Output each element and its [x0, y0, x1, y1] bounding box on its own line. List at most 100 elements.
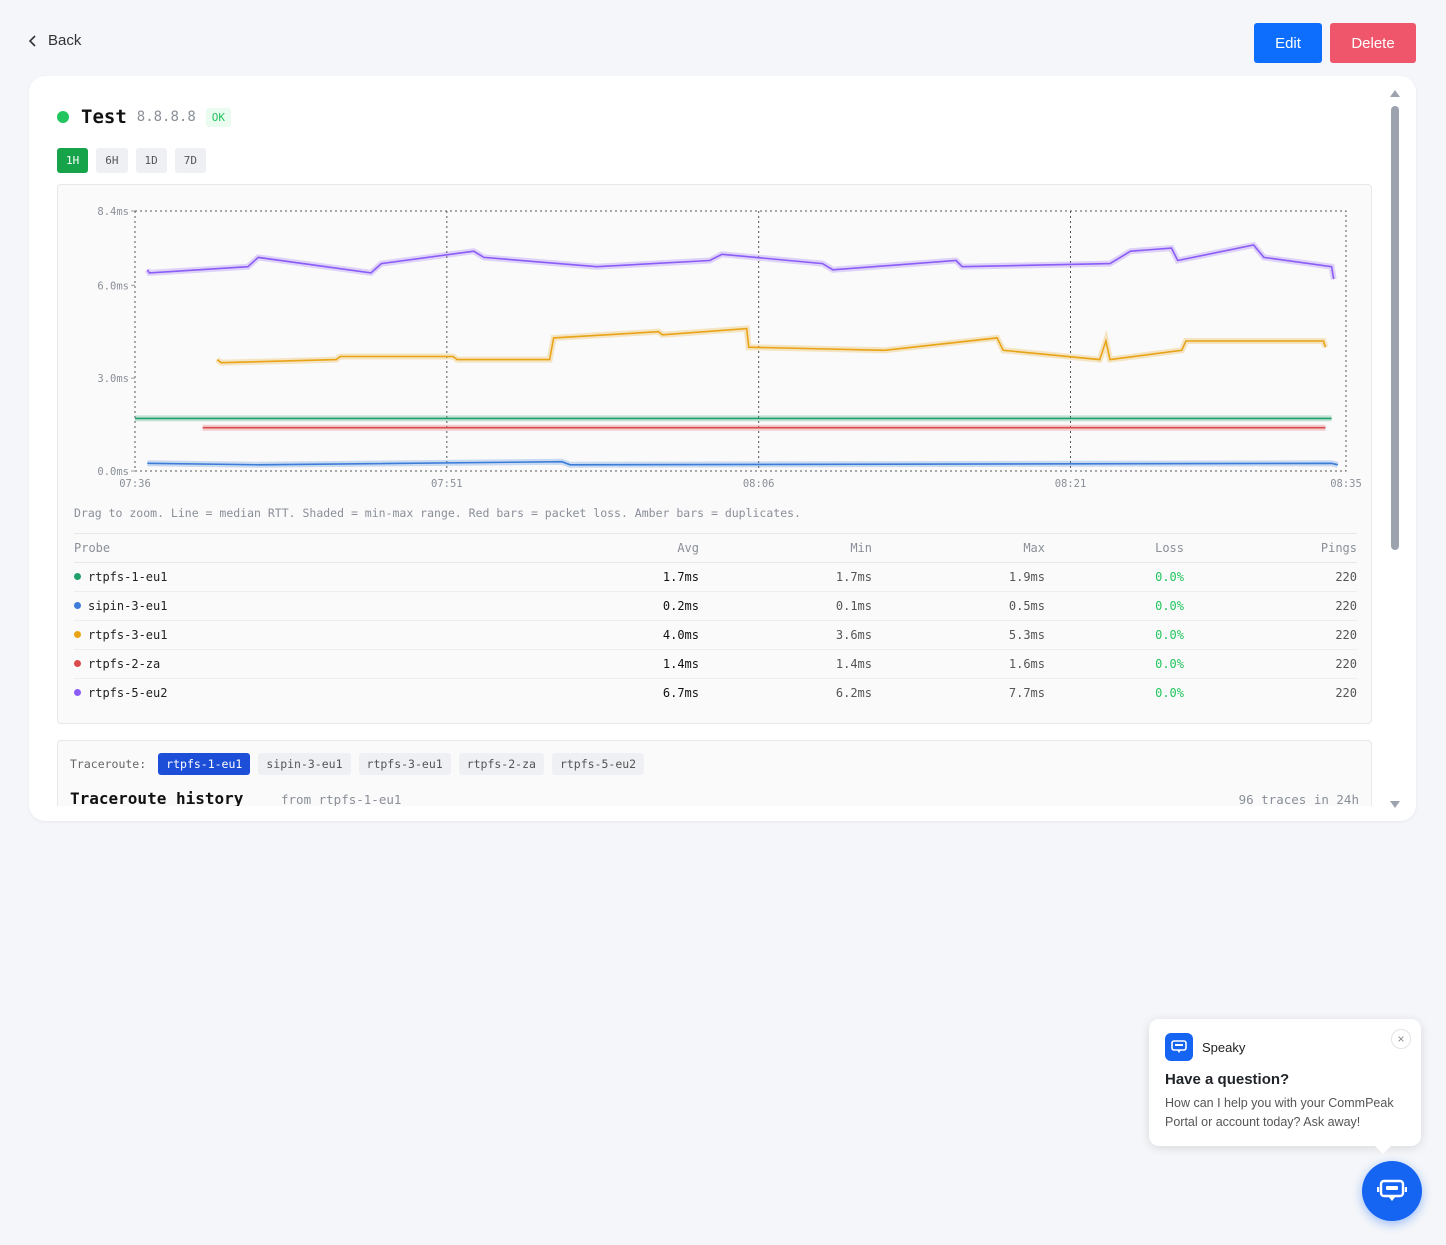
monitor-header: Test 8.8.8.8 OK	[57, 106, 232, 128]
table-row: sipin-3-eu1 0.2ms 0.1ms 0.5ms 0.0% 220	[74, 591, 1357, 621]
range-button-7d[interactable]: 7D	[174, 148, 206, 173]
traceroute-probe-tabs: Traceroute: rtpfs-1-eu1 sipin-3-eu1 rtpf…	[70, 753, 645, 775]
pings-cell: 220	[1184, 562, 1357, 592]
probe-stats-table: Probe Avg Min Max Loss Pings rtpfs-1-eu1…	[74, 533, 1357, 708]
probe-cell: rtpfs-1-eu1	[74, 562, 619, 592]
x-tick-label: 08:21	[1055, 478, 1087, 490]
min-cell: 1.4ms	[699, 649, 872, 679]
traceroute-count: 96 traces in 24h	[1238, 792, 1359, 806]
max-cell: 0.5ms	[872, 591, 1045, 621]
table-header-row: Probe Avg Min Max Loss Pings	[74, 533, 1357, 563]
chat-message: How can I help you with your CommPeak Po…	[1165, 1096, 1394, 1129]
y-tick-label: 8.4ms	[97, 206, 129, 218]
avg-cell: 4.0ms	[619, 620, 699, 650]
probe-name: rtpfs-5-eu2	[88, 686, 168, 701]
traceroute-tab[interactable]: rtpfs-5-eu2	[551, 753, 645, 775]
traceroute-tab[interactable]: sipin-3-eu1	[258, 753, 351, 775]
probe-cell: rtpfs-2-za	[74, 649, 619, 679]
max-cell: 7.7ms	[1008, 686, 1045, 701]
max-cell: 1.9ms	[872, 562, 1045, 592]
table-row: rtpfs-1-eu1 1.7ms 1.7ms 1.9ms 0.0% 220	[74, 562, 1357, 592]
col-loss: Loss	[1045, 533, 1184, 563]
chat-launcher-button[interactable]	[1362, 1161, 1422, 1221]
status-badge: OK	[205, 107, 232, 127]
min-cell: 3.6ms	[699, 620, 872, 650]
probe-color-dot-icon	[74, 631, 81, 638]
status-dot-icon	[57, 111, 69, 123]
series-range-band	[215, 325, 1329, 366]
table-row: rtpfs-3-eu1 4.0ms 3.6ms 5.3ms 0.0% 220	[74, 620, 1357, 650]
avg-cell: 1.4ms	[619, 649, 699, 679]
latency-panel: 07:36 07:51 08:06 08:21 08:35 8.4ms 6.0ms 3.0ms…	[57, 184, 1372, 724]
chat-popup: Speaky × Have a question? How can I help…	[1149, 1019, 1421, 1154]
traceroute-panel: Traceroute: rtpfs-1-eu1 sipin-3-eu1 rtpf…	[57, 740, 1372, 806]
loss-cell: 0.0%	[1045, 591, 1184, 621]
chat-bot-name: Speaky	[1202, 1040, 1246, 1055]
loss-cell: 0.0%	[1155, 686, 1184, 701]
traceroute-tab[interactable]: rtpfs-2-za	[458, 753, 544, 775]
probe-name: rtpfs-2-za	[88, 657, 161, 671]
chat-logo-icon	[1165, 1033, 1193, 1061]
chevron-left-icon	[28, 34, 36, 47]
probe-cell: rtpfs-5-eu2	[74, 679, 619, 708]
max-cell: 1.6ms	[872, 649, 1045, 679]
x-tick-label: 08:35	[1330, 478, 1362, 490]
probe-cell: rtpfs-3-eu1	[74, 620, 619, 650]
monitor-host: 8.8.8.8	[136, 109, 196, 125]
close-icon[interactable]: ×	[1391, 1029, 1411, 1049]
probe-color-dot-icon	[74, 689, 81, 697]
avg-cell: 0.2ms	[619, 591, 699, 621]
x-tick-label: 07:36	[119, 478, 151, 490]
edit-button[interactable]: Edit	[1254, 23, 1322, 63]
time-range-selector: 1H 6H 1D 7D	[57, 148, 206, 173]
range-button-1h[interactable]: 1H	[57, 148, 89, 173]
range-button-1d[interactable]: 1D	[135, 148, 167, 173]
traceroute-tab[interactable]: rtpfs-3-eu1	[358, 753, 451, 775]
monitor-card: Test 8.8.8.8 OK 1H 6H 1D 7D 07:36 07:51 08…	[29, 76, 1416, 821]
monitor-card-content: Test 8.8.8.8 OK 1H 6H 1D 7D 07:36 07:51 08…	[29, 76, 1389, 806]
min-cell: 6.2ms	[835, 686, 872, 701]
traceroute-label: Traceroute:	[70, 757, 147, 771]
col-probe: Probe	[74, 533, 619, 563]
scroll-up-icon[interactable]	[1390, 90, 1400, 97]
probe-cell: sipin-3-eu1	[74, 591, 619, 621]
pings-cell: 220	[1184, 649, 1357, 679]
traceroute-tab[interactable]: rtpfs-1-eu1	[158, 753, 251, 775]
x-tick-label: 07:51	[431, 478, 463, 490]
delete-button[interactable]: Delete	[1330, 23, 1416, 63]
max-cell: 5.3ms	[872, 620, 1045, 650]
avg-cell: 1.7ms	[619, 562, 699, 592]
chart-help-text: Drag to zoom. Line = median RTT. Shaded …	[74, 506, 801, 520]
col-avg: Avg	[619, 533, 699, 563]
pings-cell: 220	[1184, 620, 1357, 650]
min-cell: 1.7ms	[699, 562, 872, 592]
col-pings: Pings	[1184, 533, 1357, 563]
x-tick-label: 08:06	[743, 478, 775, 490]
probe-color-dot-icon	[74, 602, 81, 609]
monitor-title: Test	[81, 106, 127, 128]
chat-question: Have a question?	[1165, 1071, 1290, 1088]
y-tick-label: 0.0ms	[97, 466, 129, 478]
loss-cell: 0.0%	[1045, 620, 1184, 650]
loss-cell: 0.0%	[1045, 562, 1184, 592]
card-scrollbar[interactable]	[1389, 90, 1403, 808]
pings-cell: 220	[1335, 686, 1357, 701]
probe-name: sipin-3-eu1	[88, 599, 168, 613]
y-tick-label: 3.0ms	[97, 373, 129, 385]
range-button-6h[interactable]: 6H	[96, 148, 128, 173]
back-label: Back	[48, 32, 82, 49]
table-row: rtpfs-2-za 1.4ms 1.4ms 1.6ms 0.0% 220	[74, 649, 1357, 679]
col-max: Max	[872, 533, 1045, 563]
probe-name: rtpfs-1-eu1	[88, 570, 168, 584]
latency-chart[interactable]: 07:36 07:51 08:06 08:21 08:35 8.4ms 6.0ms 3.0ms…	[58, 185, 1373, 495]
probe-color-dot-icon	[74, 660, 81, 667]
traceroute-source: from rtpfs-1-eu1	[281, 792, 402, 806]
probe-color-dot-icon	[74, 573, 81, 580]
table-row: rtpfs-5-eu2 6.7ms 6.2ms 7.7ms 0.0% 220	[74, 679, 1357, 708]
scroll-thumb[interactable]	[1391, 106, 1399, 550]
pings-cell: 220	[1184, 591, 1357, 621]
back-link[interactable]: Back	[28, 32, 81, 49]
scroll-down-icon[interactable]	[1390, 801, 1400, 808]
series-range-band	[144, 241, 1337, 280]
min-cell: 0.1ms	[699, 591, 872, 621]
